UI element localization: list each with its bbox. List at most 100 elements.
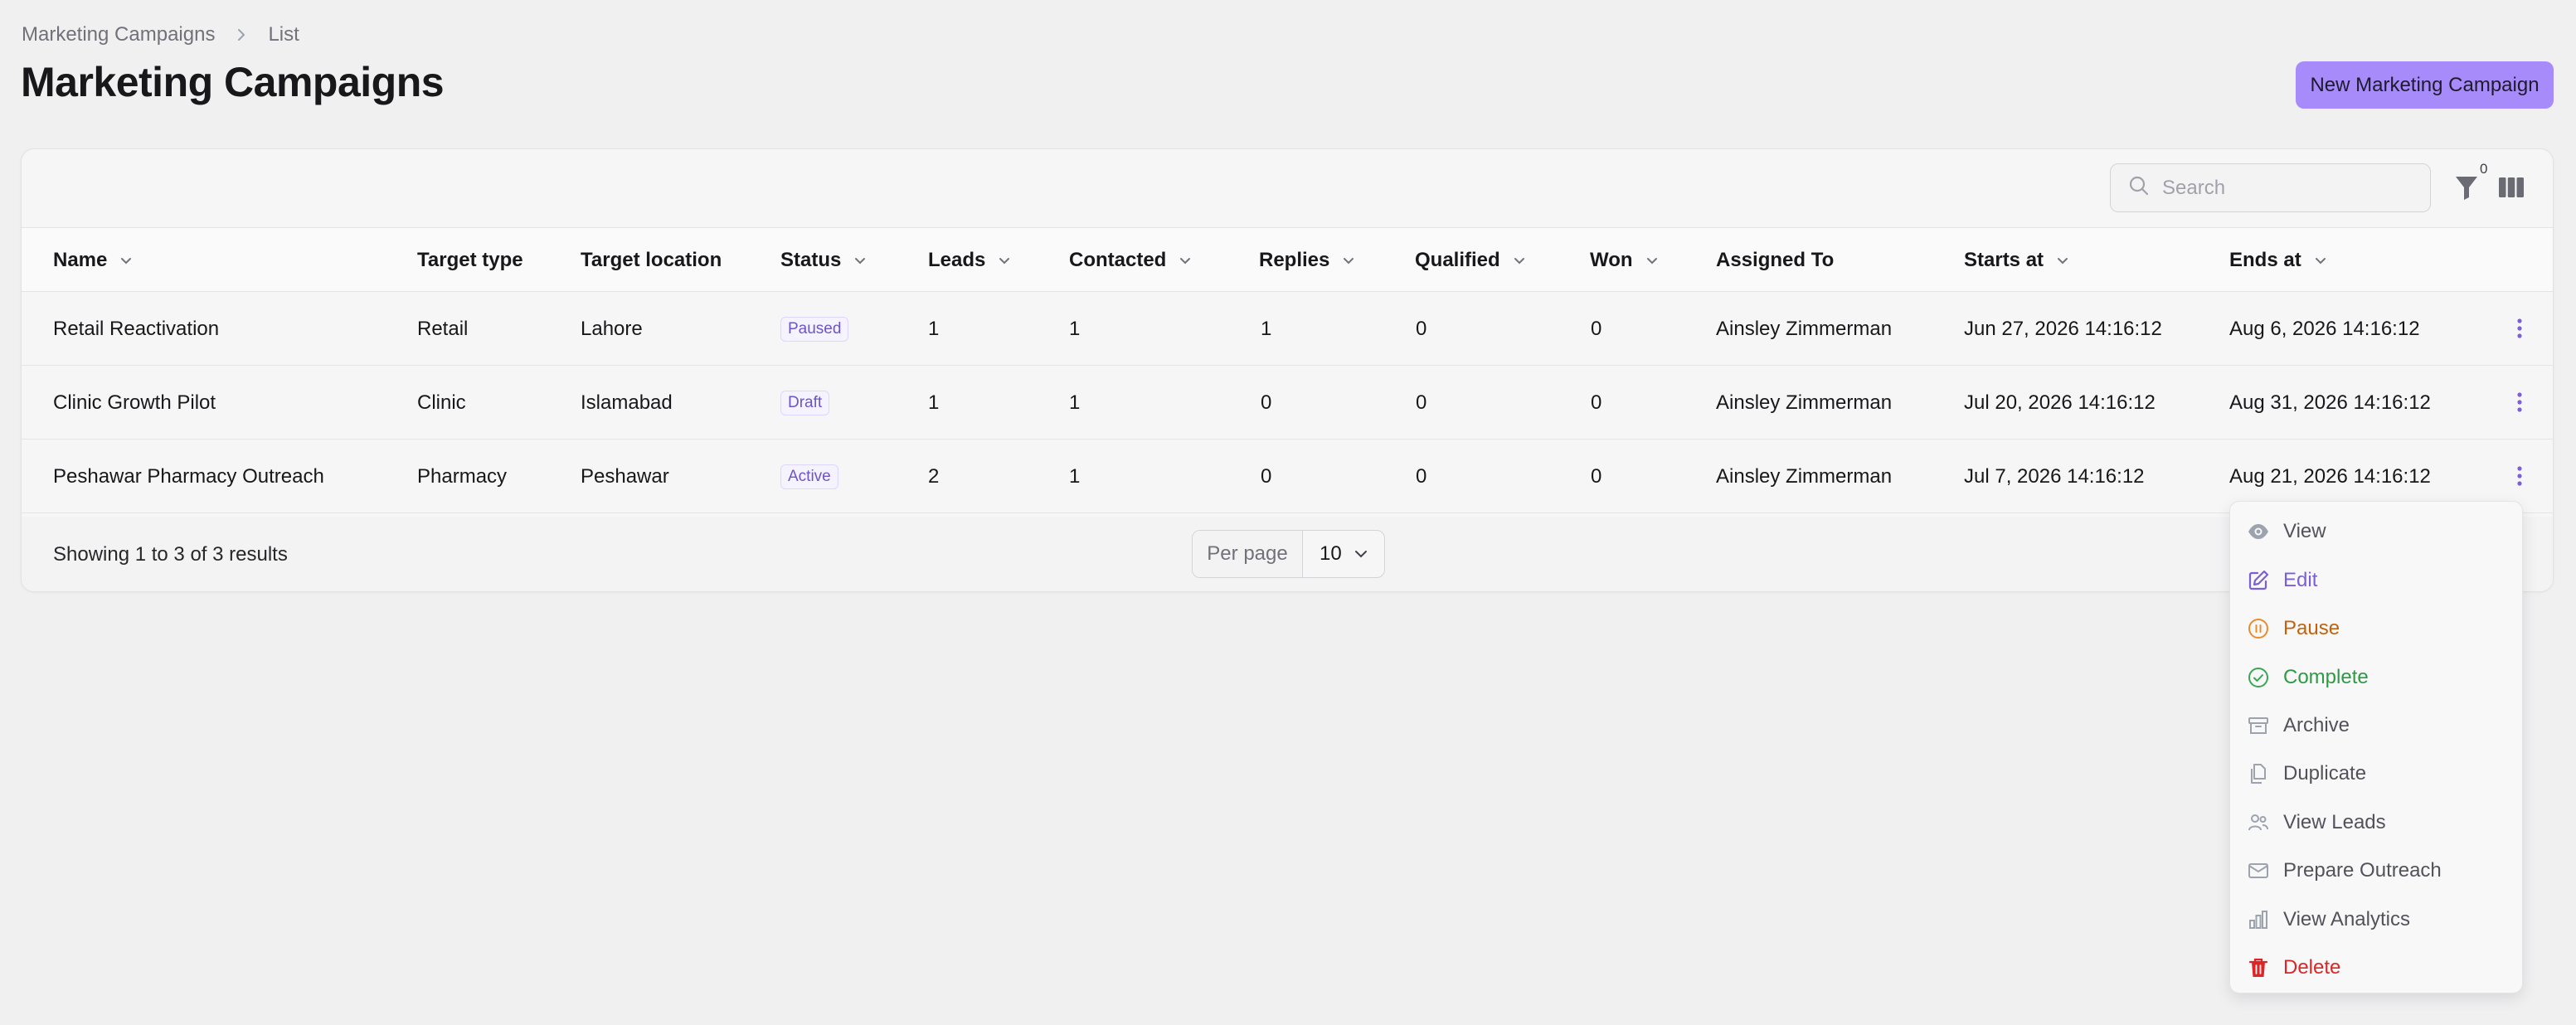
cell-ends-at: Aug 31, 2026 14:16:12 xyxy=(2229,391,2431,414)
menu-item-complete[interactable]: Complete xyxy=(2230,653,2522,702)
chevron-down-icon xyxy=(1355,551,1367,558)
cell-name: Retail Reactivation xyxy=(53,317,220,340)
per-page-select[interactable]: Per page 10 xyxy=(1192,530,1385,578)
cell-target-type: Clinic xyxy=(417,391,466,414)
column-header-label: Name xyxy=(53,248,108,271)
chevron-down-icon xyxy=(1344,257,1354,264)
per-page-value: 10 xyxy=(1320,542,1342,565)
cell-qualified: 0 xyxy=(1416,391,1427,414)
column-header-contacted[interactable]: Contacted xyxy=(1069,228,1193,292)
column-header-label: Won xyxy=(1590,248,1633,271)
search-input[interactable] xyxy=(2162,176,2411,200)
per-page-label: Per page xyxy=(1193,531,1303,577)
cell-status: Draft xyxy=(780,366,830,440)
column-header-won[interactable]: Won xyxy=(1590,228,1660,292)
cell-won: 0 xyxy=(1591,317,1602,340)
menu-item-pause[interactable]: Pause xyxy=(2230,605,2522,653)
menu-item-view[interactable]: View xyxy=(2230,508,2522,556)
chevron-down-icon xyxy=(855,257,866,264)
column-header-label: Contacted xyxy=(1069,248,1167,271)
search-box[interactable] xyxy=(2110,163,2431,212)
table-row[interactable]: Peshawar Pharmacy Outreach Pharmacy Pesh… xyxy=(22,440,2553,513)
menu-item-label: Delete xyxy=(2283,956,2341,979)
cell-assigned-to: Ainsley Zimmerman xyxy=(1716,391,1893,414)
menu-item-label: Edit xyxy=(2283,569,2318,591)
status-badge: Paused xyxy=(780,316,849,342)
envelope-icon xyxy=(2248,863,2268,878)
new-marketing-campaign-button[interactable]: New Marketing Campaign xyxy=(2296,61,2554,109)
users-icon xyxy=(2248,814,2268,831)
breadcrumb: Marketing Campaigns List xyxy=(22,23,299,46)
cell-target-type: Pharmacy xyxy=(417,464,508,488)
chevron-down-icon xyxy=(121,257,132,264)
row-actions-menu: View Edit Pause Complete Archive Duplica… xyxy=(2229,501,2523,993)
cell-leads: 2 xyxy=(928,464,940,488)
column-header-label: Qualified xyxy=(1415,248,1500,271)
menu-item-duplicate[interactable]: Duplicate xyxy=(2230,750,2522,798)
trash-icon xyxy=(2248,958,2268,977)
menu-item-label: Pause xyxy=(2283,617,2340,639)
menu-item-label: View Analytics xyxy=(2283,908,2410,930)
cell-leads: 1 xyxy=(928,391,940,414)
chevron-down-icon xyxy=(999,257,1010,264)
menu-item-label: View Leads xyxy=(2283,811,2386,833)
chevron-right-icon xyxy=(233,27,250,43)
column-header-replies[interactable]: Replies xyxy=(1259,228,1356,292)
cell-name: Peshawar Pharmacy Outreach xyxy=(53,464,324,488)
column-header-leads[interactable]: Leads xyxy=(928,228,1012,292)
filter-icon xyxy=(2454,174,2479,205)
row-actions-button[interactable] xyxy=(2505,461,2535,491)
archive-icon xyxy=(2248,717,2268,734)
more-vertical-icon xyxy=(2517,318,2522,338)
status-badge: Draft xyxy=(780,390,830,415)
status-badge: Active xyxy=(780,464,838,489)
menu-item-edit[interactable]: Edit xyxy=(2230,556,2522,605)
edit-icon xyxy=(2248,570,2269,590)
cell-won: 0 xyxy=(1591,391,1602,414)
cell-status: Paused xyxy=(780,292,849,366)
more-vertical-icon xyxy=(2517,392,2522,412)
menu-item-archive[interactable]: Archive xyxy=(2230,702,2522,750)
menu-item-view-analytics[interactable]: View Analytics xyxy=(2230,896,2522,944)
menu-item-label: Archive xyxy=(2283,714,2350,736)
column-header-label: Status xyxy=(780,248,842,271)
menu-item-delete[interactable]: Delete xyxy=(2230,944,2522,992)
column-header-label: Replies xyxy=(1259,248,1330,271)
chevron-down-icon xyxy=(2058,257,2068,264)
chevron-down-icon xyxy=(2315,257,2326,264)
column-header-target-type: Target type xyxy=(417,228,523,292)
per-page-dropdown[interactable]: 10 xyxy=(1303,531,1384,577)
cell-target-location: Lahore xyxy=(581,317,643,340)
toggle-columns-button[interactable] xyxy=(2495,172,2528,206)
filter-count-badge: 0 xyxy=(2480,161,2488,177)
cell-status: Active xyxy=(780,440,838,513)
column-header-starts-at[interactable]: Starts at xyxy=(1964,228,2070,292)
breadcrumb-parent-link[interactable]: Marketing Campaigns xyxy=(22,23,215,46)
search-icon xyxy=(2127,174,2151,202)
cell-target-location: Islamabad xyxy=(581,391,673,414)
menu-item-label: Prepare Outreach xyxy=(2283,859,2442,882)
cell-assigned-to: Ainsley Zimmerman xyxy=(1716,464,1893,488)
table-row[interactable]: Retail Reactivation Retail Lahore Paused… xyxy=(22,292,2553,366)
column-header-label: Starts at xyxy=(1964,248,2044,271)
more-vertical-icon xyxy=(2517,466,2522,486)
breadcrumb-current: List xyxy=(268,23,299,46)
row-actions-button[interactable] xyxy=(2505,313,2535,343)
column-header-name[interactable]: Name xyxy=(53,228,134,292)
menu-item-view-leads[interactable]: View Leads xyxy=(2230,799,2522,847)
row-actions-button[interactable] xyxy=(2505,387,2535,417)
cell-name: Clinic Growth Pilot xyxy=(53,391,216,414)
column-header-status[interactable]: Status xyxy=(780,228,868,292)
cell-contacted: 1 xyxy=(1069,391,1081,414)
table-row[interactable]: Clinic Growth Pilot Clinic Islamabad Dra… xyxy=(22,366,2553,440)
menu-item-label: Complete xyxy=(2283,666,2369,688)
filter-button[interactable] xyxy=(2450,172,2483,206)
cell-qualified: 0 xyxy=(1416,317,1427,340)
page-title: Marketing Campaigns xyxy=(21,59,445,105)
cell-won: 0 xyxy=(1591,464,1602,488)
column-header-ends-at[interactable]: Ends at xyxy=(2229,228,2328,292)
chevron-down-icon xyxy=(1646,257,1657,264)
column-header-qualified[interactable]: Qualified xyxy=(1415,228,1527,292)
menu-item-prepare-outreach[interactable]: Prepare Outreach xyxy=(2230,847,2522,895)
page: Marketing Campaigns List Marketing Campa… xyxy=(0,0,2576,1025)
